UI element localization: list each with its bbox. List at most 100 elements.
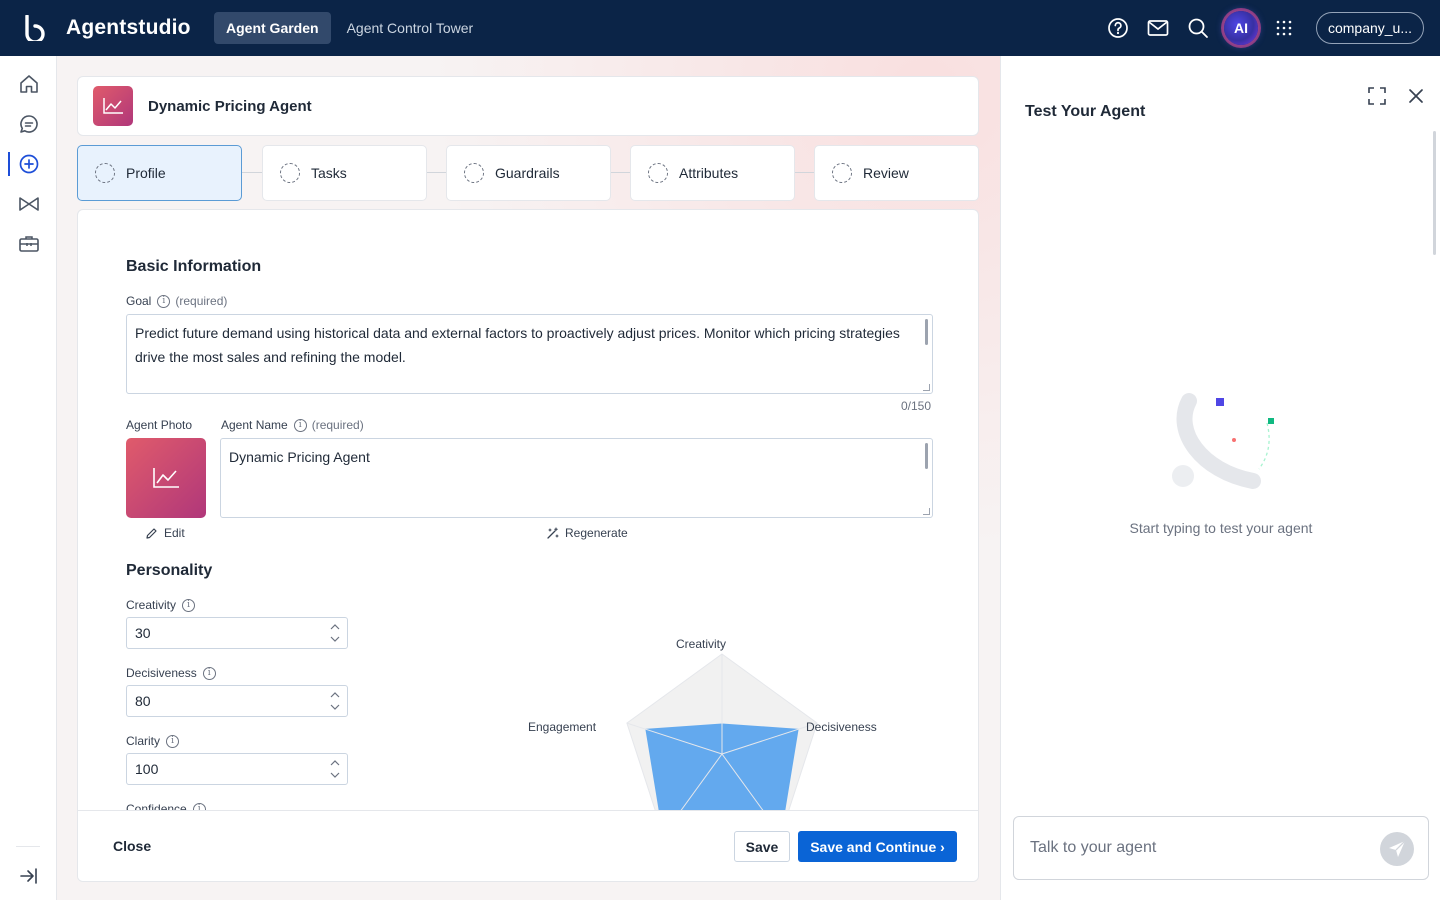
- create-agent-icon[interactable]: [0, 144, 57, 184]
- chat-icon[interactable]: [0, 104, 57, 144]
- radar-axis-label-engagement: Engagement: [528, 720, 597, 734]
- fullscreen-icon[interactable]: [1367, 86, 1387, 106]
- step-guardrails[interactable]: Guardrails: [446, 145, 611, 201]
- goal-text: Predict future demand using historical d…: [135, 325, 900, 365]
- edit-label: Edit: [164, 526, 185, 540]
- nav-tab-agent-control-tower[interactable]: Agent Control Tower: [335, 12, 486, 44]
- logo[interactable]: Agentstudio: [24, 15, 214, 41]
- ai-assistant-button[interactable]: AI: [1224, 11, 1258, 45]
- rail-divider: [16, 846, 40, 847]
- test-panel-title: Test Your Agent: [1025, 103, 1146, 120]
- goal-label-text: Goal: [126, 294, 152, 308]
- step-connector: [426, 172, 446, 173]
- radar-axis-label-decisiveness: Decisiveness: [806, 720, 877, 734]
- decisiveness-label: Decisiveness i: [126, 666, 216, 680]
- step-tasks[interactable]: Tasks: [262, 145, 427, 201]
- top-bar: Agentstudio Agent Garden Agent Control T…: [0, 0, 1440, 56]
- resize-handle[interactable]: [923, 508, 930, 515]
- step-attributes[interactable]: Attributes: [630, 145, 795, 201]
- clarity-value: 100: [135, 761, 159, 777]
- info-icon[interactable]: i: [157, 294, 171, 308]
- decisiveness-stepper[interactable]: 80: [126, 685, 348, 717]
- stepper-arrows-icon[interactable]: [329, 757, 341, 781]
- creativity-stepper[interactable]: 30: [126, 617, 348, 649]
- save-button[interactable]: Save: [734, 831, 790, 862]
- search-icon[interactable]: [1178, 8, 1218, 48]
- home-icon[interactable]: [0, 64, 57, 104]
- creativity-label-text: Creativity: [126, 598, 177, 612]
- toolbox-icon[interactable]: [0, 224, 57, 264]
- top-actions: AI company_u...: [1098, 0, 1424, 56]
- edit-photo-button[interactable]: Edit: [145, 526, 185, 540]
- company-account-button[interactable]: company_u...: [1316, 12, 1424, 44]
- info-icon[interactable]: i: [192, 802, 206, 810]
- test-agent-panel: Test Your Agent Start typing to test you…: [1000, 56, 1440, 900]
- step-label: Profile: [126, 165, 166, 181]
- info-icon[interactable]: i: [202, 666, 216, 680]
- stepper-arrows-icon[interactable]: [329, 689, 341, 713]
- basic-info-title: Basic Information: [126, 258, 262, 275]
- apps-grid-icon[interactable]: [1264, 8, 1304, 48]
- nav-tab-agent-garden[interactable]: Agent Garden: [214, 12, 331, 44]
- info-icon[interactable]: i: [166, 734, 180, 748]
- step-label: Review: [863, 165, 909, 181]
- agent-name-textarea[interactable]: Dynamic Pricing Agent: [220, 438, 933, 518]
- resize-handle[interactable]: [923, 384, 930, 391]
- step-label: Tasks: [311, 165, 347, 181]
- save-and-continue-button[interactable]: Save and Continue ›: [798, 831, 957, 862]
- panel-scrollbar[interactable]: [1433, 131, 1436, 255]
- help-icon[interactable]: [1098, 8, 1138, 48]
- step-label: Guardrails: [495, 165, 560, 181]
- stepper-arrows-icon[interactable]: [329, 621, 341, 645]
- agent-photo[interactable]: [126, 438, 206, 518]
- step-connector: [610, 172, 630, 173]
- line-chart-icon: [103, 98, 123, 114]
- clarity-label-text: Clarity: [126, 734, 161, 748]
- left-rail: [0, 56, 57, 900]
- radar-axis-label-creativity: Creativity: [676, 637, 727, 651]
- form-footer: Close Save Save and Continue ›: [78, 810, 978, 881]
- line-chart-icon: [153, 468, 179, 488]
- send-button[interactable]: [1380, 832, 1414, 866]
- brand-name: Agentstudio: [66, 16, 191, 39]
- agent-thumbnail: [93, 86, 133, 126]
- textarea-scrollbar[interactable]: [925, 443, 928, 469]
- required-hint: (required): [311, 418, 364, 432]
- info-icon[interactable]: i: [182, 598, 196, 612]
- form-scroll-area[interactable]: Basic Information Goal i (required) Pred…: [78, 210, 978, 810]
- step-status-icon: [95, 163, 115, 183]
- close-button[interactable]: Close: [113, 838, 151, 854]
- empty-state-text: Start typing to test your agent: [1129, 520, 1313, 536]
- personality-title: Personality: [126, 562, 213, 579]
- step-status-icon: [464, 163, 484, 183]
- wizard-steps: Profile Tasks Guardrails Attributes Revi…: [77, 145, 979, 201]
- creativity-value: 30: [135, 625, 151, 641]
- pencil-icon: [146, 527, 157, 539]
- agent-title: Dynamic Pricing Agent: [148, 97, 312, 115]
- personality-radar-chart: Creativity Decisiveness Engagement: [508, 630, 908, 810]
- expand-sidebar-icon[interactable]: [0, 856, 57, 896]
- goal-label: Goal i (required): [126, 294, 227, 308]
- info-icon[interactable]: i: [293, 418, 307, 432]
- bowtie-icon[interactable]: [0, 184, 57, 224]
- magic-wand-icon: [547, 526, 559, 539]
- step-status-icon: [648, 163, 668, 183]
- confidence-label: Confidence i: [126, 802, 206, 810]
- regenerate-label: Regenerate: [565, 526, 628, 540]
- step-review[interactable]: Review: [814, 145, 979, 201]
- clarity-stepper[interactable]: 100: [126, 753, 348, 785]
- step-status-icon: [280, 163, 300, 183]
- creativity-label: Creativity i: [126, 598, 196, 612]
- chat-input[interactable]: Talk to your agent: [1013, 816, 1429, 880]
- mail-icon[interactable]: [1138, 8, 1178, 48]
- close-icon[interactable]: [1406, 86, 1426, 106]
- agent-name-label-text: Agent Name: [221, 418, 288, 432]
- regenerate-button[interactable]: Regenerate: [546, 526, 628, 540]
- goal-textarea[interactable]: Predict future demand using historical d…: [126, 314, 933, 394]
- decisiveness-value: 80: [135, 693, 151, 709]
- textarea-scrollbar[interactable]: [925, 319, 928, 345]
- agent-name-text: Dynamic Pricing Agent: [229, 449, 370, 465]
- step-connector: [242, 172, 262, 173]
- step-profile[interactable]: Profile: [77, 145, 242, 201]
- step-connector: [794, 172, 814, 173]
